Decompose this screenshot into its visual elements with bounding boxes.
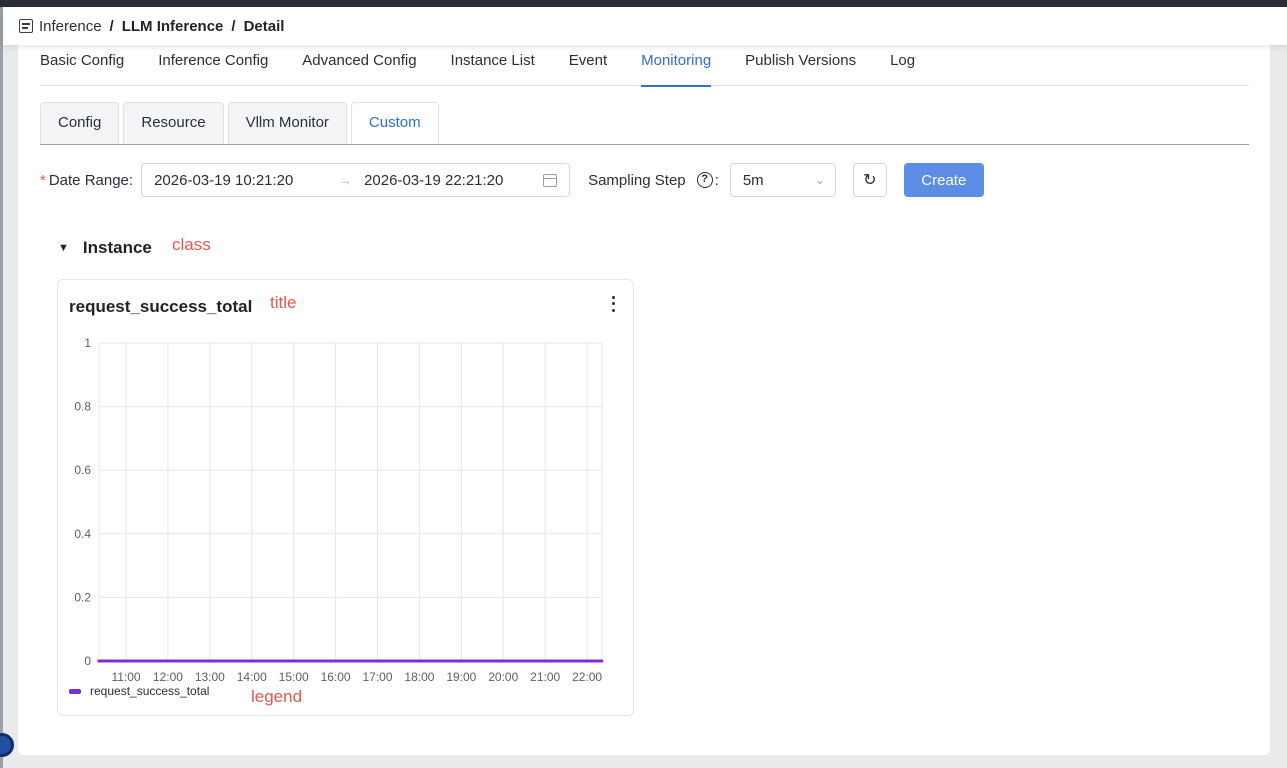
line-chart: 0 0.2 0.4 0.6 0.8 1 11:00 12:00 13:00 14:00 15:00 1… — [74, 336, 604, 684]
data-point — [97, 659, 101, 663]
x-tick-label: 21:00 — [530, 670, 560, 684]
tab-basic-config[interactable]: Basic Config — [40, 45, 124, 86]
floating-assistant-button[interactable] — [0, 733, 14, 757]
create-button[interactable]: Create — [903, 163, 984, 197]
calendar-icon[interactable] — [543, 173, 558, 187]
breadcrumb-separator: / — [231, 17, 236, 35]
required-mark: * — [40, 171, 46, 189]
x-tick-label: 15:00 — [279, 670, 309, 684]
tab-log[interactable]: Log — [890, 45, 915, 86]
tab-publish-versions[interactable]: Publish Versions — [745, 45, 856, 86]
date-end-input[interactable]: 2026-03-19 22:21:20 — [364, 172, 543, 189]
x-tick-label: 11:00 — [111, 670, 140, 684]
help-icon[interactable]: ? — [696, 172, 713, 188]
subtab-vllm-monitor[interactable]: Vllm Monitor — [227, 102, 347, 144]
tab-advanced-config[interactable]: Advanced Config — [302, 45, 416, 86]
tab-event[interactable]: Event — [569, 45, 607, 86]
refresh-icon: ↻ — [863, 172, 877, 189]
class-annotation: class — [172, 235, 211, 254]
x-tick-label: 17:00 — [362, 670, 392, 684]
data-point — [600, 659, 604, 663]
date-range-colon: : — [128, 171, 134, 189]
x-tick-label: 13:00 — [195, 670, 225, 684]
main-tab-bar: Basic Config Inference Config Advanced C… — [40, 45, 1249, 87]
caret-down-icon[interactable]: ▼ — [58, 242, 69, 254]
metric-chart-card: request_success_total title 0 0.2 0.4 0.6 0.… — [57, 279, 634, 716]
x-tick-label: 20:00 — [488, 670, 518, 684]
data-point — [543, 659, 547, 663]
tab-monitoring[interactable]: Monitoring — [641, 45, 712, 87]
chart-legend[interactable]: request_success_total — [69, 684, 209, 698]
data-point — [459, 659, 463, 663]
filter-bar: * Date Range: 2026-03-19 10:21:20 → 2026… — [40, 163, 1240, 197]
breadcrumb: Inference / LLM Inference / Detail — [3, 7, 1287, 45]
sampling-step-select[interactable]: 5m ⌄ — [729, 163, 836, 197]
breadcrumb-item-llm-inference[interactable]: LLM Inference — [122, 18, 224, 35]
sampling-step-label: Sampling Step — [588, 171, 686, 189]
data-point — [334, 659, 338, 663]
chevron-down-icon: ⌄ — [814, 173, 825, 187]
data-point — [250, 659, 254, 663]
subtab-resource[interactable]: Resource — [123, 102, 224, 144]
window-left-edge — [0, 7, 3, 768]
x-tick-label: 14:00 — [237, 670, 267, 684]
tab-instance-list[interactable]: Instance List — [451, 45, 535, 86]
date-start-input[interactable]: 2026-03-19 10:21:20 — [154, 172, 330, 189]
sampling-step-value: 5m — [742, 171, 764, 189]
y-tick-label: 0 — [84, 654, 91, 668]
window-top-bar — [0, 0, 1287, 7]
data-point — [417, 659, 421, 663]
detail-panel: Basic Config Inference Config Advanced C… — [18, 45, 1270, 755]
x-tick-label: 18:00 — [404, 670, 434, 684]
y-tick-label: 0.2 — [74, 590, 91, 604]
date-range-label: Date Range: — [49, 172, 133, 189]
refresh-button[interactable]: ↻ — [852, 163, 887, 197]
date-range-label-text: Date Range — [48, 171, 129, 189]
range-arrow-icon: → — [338, 172, 353, 188]
date-range-picker[interactable]: 2026-03-19 10:21:20 → 2026-03-19 22:21:2… — [141, 163, 571, 197]
section-title: Instance — [82, 238, 152, 257]
breadcrumb-item-inference[interactable]: Inference — [39, 18, 102, 35]
x-tick-label: 16:00 — [321, 670, 351, 684]
legend-label: request_success_total — [90, 684, 210, 698]
legend-annotation: legend — [251, 687, 303, 706]
x-tick-label: 19:00 — [446, 670, 476, 684]
y-tick-label: 0.4 — [74, 527, 91, 541]
data-point — [585, 659, 589, 663]
x-tick-label: 22:00 — [572, 670, 602, 684]
x-tick-label: 12:00 — [153, 670, 183, 684]
tab-inference-config[interactable]: Inference Config — [158, 45, 268, 86]
subtab-config[interactable]: Config — [40, 102, 120, 144]
breadcrumb-separator: / — [109, 17, 114, 35]
legend-swatch — [69, 688, 81, 694]
sampling-step-colon: : — [714, 171, 719, 189]
data-point — [166, 659, 170, 663]
data-point — [208, 659, 212, 663]
y-tick-label: 0.6 — [74, 463, 91, 477]
inference-icon — [19, 19, 33, 33]
y-tick-label: 1 — [84, 336, 91, 350]
data-point — [376, 659, 380, 663]
plot-frame — [98, 342, 603, 662]
breadcrumb-item-detail: Detail — [243, 17, 285, 35]
data-point — [292, 659, 296, 663]
subtab-custom[interactable]: Custom — [350, 102, 439, 144]
data-point — [501, 659, 505, 663]
instance-section-header[interactable]: ▼ Instance — [58, 235, 152, 261]
data-point — [124, 659, 128, 663]
y-tick-label: 0.8 — [74, 400, 91, 414]
monitoring-sub-tab-bar: Config Resource Vllm Monitor Custom — [40, 102, 1249, 145]
